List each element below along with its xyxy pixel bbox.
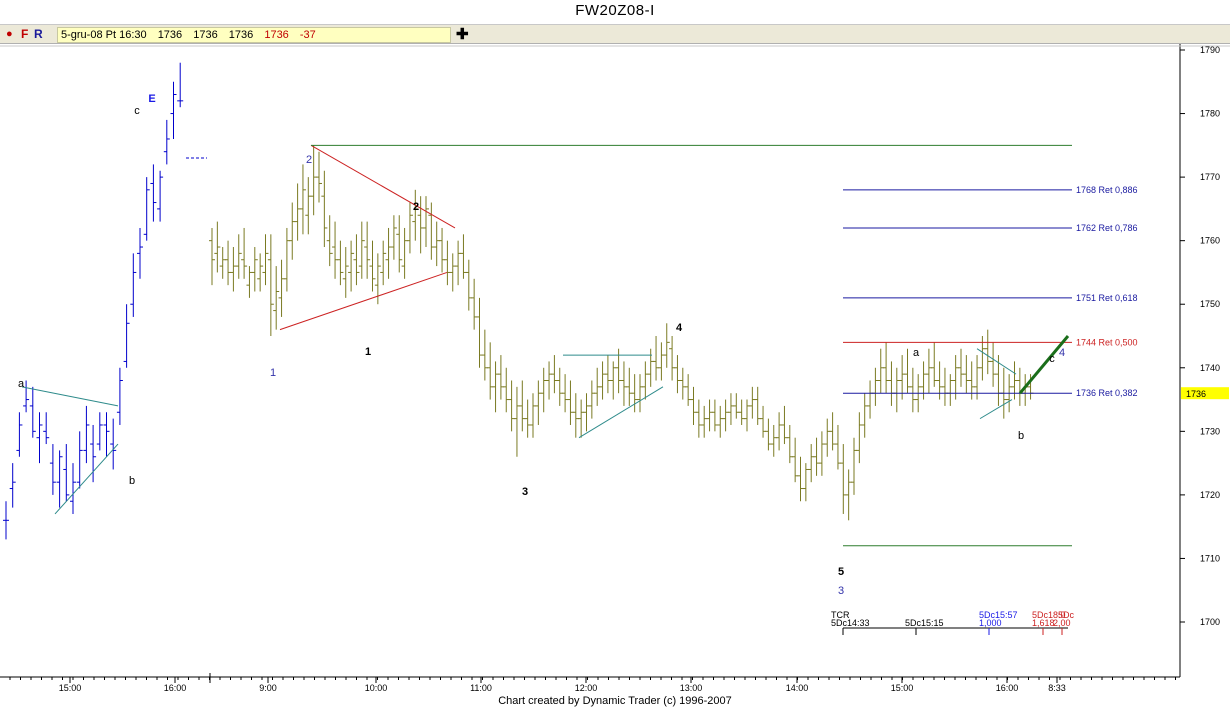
wave-label: 2 xyxy=(413,201,419,213)
y-tick-label: 1750 xyxy=(1200,299,1220,309)
retracement-label: 1762 Ret 0,786 xyxy=(1076,223,1138,233)
x-tick-label: 13:00 xyxy=(680,683,703,693)
retracement-label: 1744 Ret 0,500 xyxy=(1076,337,1138,347)
f-button[interactable]: F xyxy=(21,27,28,41)
toolbar: ● F R 5-gru-08 Pt 16:30 1736 1736 1736 1… xyxy=(0,25,1230,44)
wave-label: 5 xyxy=(838,566,844,578)
wave-label: a xyxy=(18,378,25,390)
crosshair-plus-icon[interactable]: ✚ xyxy=(456,25,469,43)
x-tick-label: 11:00 xyxy=(470,683,492,693)
quote-change: -37 xyxy=(299,29,316,41)
y-tick-label: 1700 xyxy=(1200,617,1220,627)
x-tick-label: 14:00 xyxy=(786,683,809,693)
y-tick-label: 1760 xyxy=(1200,236,1220,246)
x-tick-label: 9:00 xyxy=(259,683,277,693)
y-tick-label: 1790 xyxy=(1200,45,1220,55)
last-price-label: 1736 xyxy=(1186,389,1206,399)
x-tick-label: 8:33 xyxy=(1048,683,1066,693)
wave-label: E xyxy=(148,93,155,105)
y-tick-label: 1730 xyxy=(1200,426,1220,436)
y-tick-label: 1740 xyxy=(1200,363,1220,373)
y-tick-label: 1780 xyxy=(1200,109,1220,119)
title-bar: FW20Z08-I xyxy=(0,0,1230,25)
tcr-label: 1,618 xyxy=(1032,618,1055,628)
tcr-label: 2,00 xyxy=(1053,618,1071,628)
quote-open: 1736 xyxy=(157,29,183,41)
footer-credit: Chart created by Dynamic Trader (c) 1996… xyxy=(498,695,732,707)
wave-label: 4 xyxy=(1059,347,1065,359)
chart-title: FW20Z08-I xyxy=(575,2,655,19)
quote-datetime: 5-gru-08 Pt 16:30 xyxy=(61,29,147,41)
x-tick-label: 15:00 xyxy=(891,683,914,693)
tcr-label: 5Dc14:33 xyxy=(831,618,870,628)
y-tick-label: 1710 xyxy=(1200,553,1220,563)
quote-close: 1736 xyxy=(264,29,289,41)
r-button[interactable]: R xyxy=(34,27,43,41)
retracement-label: 1768 Ret 0,886 xyxy=(1076,185,1138,195)
wave-label: b xyxy=(1018,430,1024,442)
record-dot-icon[interactable]: ● xyxy=(6,28,13,40)
y-tick-label: 1720 xyxy=(1200,490,1220,500)
wave-label: 3 xyxy=(522,486,528,498)
wave-label: c xyxy=(134,105,140,117)
tcr-label: 5Dc15:15 xyxy=(905,618,944,628)
quote-high: 1736 xyxy=(193,29,218,41)
x-tick-label: 16:00 xyxy=(164,683,187,693)
wave-label: b xyxy=(129,475,135,487)
wave-label: 4 xyxy=(676,322,683,334)
wave-label: a xyxy=(913,347,920,359)
quote-field: 5-gru-08 Pt 16:30 1736 1736 1736 1736 -3… xyxy=(57,27,451,43)
wave-label: c xyxy=(1049,353,1055,365)
retracement-label: 1736 Ret 0,382 xyxy=(1076,388,1138,398)
wave-label: 1 xyxy=(365,346,371,358)
x-tick-label: 12:00 xyxy=(575,683,598,693)
retracement-label: 1751 Ret 0,618 xyxy=(1076,293,1138,303)
wave-label: 3 xyxy=(838,585,844,597)
wave-label: 2 xyxy=(306,154,312,166)
y-tick-label: 1770 xyxy=(1200,172,1220,182)
wave-label: 1 xyxy=(270,367,276,379)
x-tick-label: 10:00 xyxy=(365,683,388,693)
x-tick-label: 15:00 xyxy=(59,683,82,693)
tcr-label: 1,000 xyxy=(979,618,1002,628)
x-tick-label: 16:00 xyxy=(996,683,1019,693)
price-chart[interactable]: 1700 1710 1720 1730 1740 1750 1760 1770 1780 1790… xyxy=(0,44,1230,694)
quote-low: 1736 xyxy=(228,29,254,41)
